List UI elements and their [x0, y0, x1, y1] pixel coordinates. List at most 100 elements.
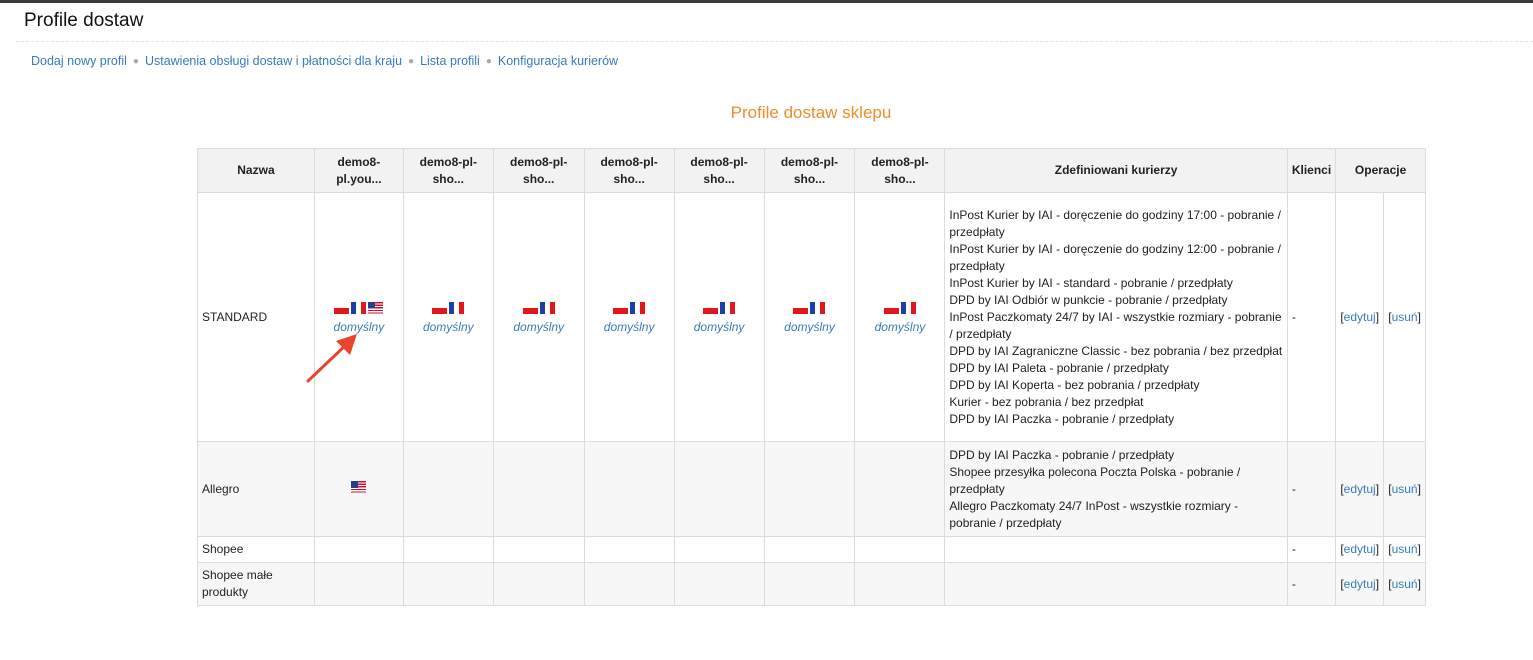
title-divider — [16, 41, 1533, 42]
delete-link[interactable]: usuń — [1392, 482, 1418, 496]
table-header-row: Nazwa demo8-pl.you... demo8-pl-sho... de… — [197, 148, 1426, 193]
shop-cell — [313, 441, 404, 537]
profile-list-link[interactable]: Lista profili — [420, 54, 480, 68]
profile-nav-links: Dodaj nowy profil ● Ustawienia obsługi dos… — [31, 54, 618, 68]
shop-cell — [854, 441, 946, 537]
couriers-cell — [944, 562, 1288, 606]
courier-item: DPD by IAI Koperta - bez pobrania / prze… — [949, 377, 1200, 392]
flag-france-icon — [900, 301, 916, 314]
flag-poland-icon — [613, 301, 629, 314]
col-header-clients: Klienci — [1286, 148, 1337, 193]
flag-france-icon — [720, 301, 736, 314]
courier-item: InPost Paczkomaty 24/7 by IAI - wszystki… — [949, 309, 1282, 341]
shop-cell — [583, 562, 675, 606]
shop-cell — [583, 441, 675, 537]
clients-cell: - — [1286, 192, 1337, 442]
table-row: Allegro DPD by IAI Paczka - pobranie / pr… — [197, 441, 1426, 537]
delete-cell: [usuń] — [1383, 441, 1426, 537]
delete-cell: [usuń] — [1383, 192, 1426, 442]
edit-cell: [edytuj] — [1335, 441, 1385, 537]
shop-cell: domyślny — [402, 192, 494, 442]
profile-name-cell: Shopee małe produkty — [197, 562, 315, 606]
edit-link[interactable]: edytuj — [1344, 310, 1376, 324]
shop-cell — [492, 441, 585, 537]
shop-flags — [351, 480, 367, 494]
edit-cell: [edytuj] — [1335, 192, 1385, 442]
courier-item: DPD by IAI Paczka - pobranie / przedpłat… — [949, 411, 1175, 426]
col-header-shop: demo8-pl.you... — [313, 148, 404, 193]
courier-item: InPost Kurier by IAI - doręczenie do god… — [949, 241, 1281, 273]
flag-usa-icon — [351, 481, 367, 493]
shop-cell — [854, 562, 946, 606]
table-row: Shopee małe produkty - [edytuj] [usuń] — [197, 562, 1426, 606]
courier-item: InPost Kurier by IAI - standard - pobran… — [949, 275, 1233, 290]
edit-link[interactable]: edytuj — [1344, 482, 1376, 496]
col-header-shop: demo8-pl-sho... — [492, 148, 585, 193]
shop-cell — [313, 562, 404, 606]
nav-separator: ● — [408, 56, 415, 67]
delete-link[interactable]: usuń — [1392, 542, 1418, 556]
shop-cell — [313, 536, 404, 563]
shop-flags — [613, 301, 646, 315]
nav-separator: ● — [485, 56, 492, 67]
shop-flags — [334, 301, 384, 315]
delivery-profiles-table: Nazwa demo8-pl.you... demo8-pl-sho... de… — [197, 148, 1426, 606]
flag-poland-icon — [334, 301, 350, 314]
default-label[interactable]: domyślny — [859, 320, 940, 334]
add-new-profile-link[interactable]: Dodaj nowy profil — [31, 54, 127, 68]
shop-cell — [402, 562, 494, 606]
shop-cell — [763, 536, 856, 563]
section-title: Profile dostaw sklepu — [730, 103, 892, 122]
col-header-shop: demo8-pl-sho... — [402, 148, 494, 193]
couriers-cell — [944, 536, 1288, 563]
courier-item: InPost Kurier by IAI - doręczenie do god… — [949, 207, 1281, 239]
flag-france-icon — [449, 301, 465, 314]
shop-cell — [854, 536, 946, 563]
shop-cell — [763, 562, 856, 606]
shop-cell — [402, 536, 494, 563]
courier-item: Shopee przesyłka polecona Poczta Polska … — [949, 464, 1241, 496]
default-label[interactable]: domyślny — [498, 320, 580, 334]
delete-cell: [usuń] — [1383, 536, 1426, 563]
shop-cell: domyślny — [583, 192, 675, 442]
edit-link[interactable]: edytuj — [1344, 577, 1376, 591]
delete-link[interactable]: usuń — [1392, 577, 1418, 591]
nav-separator: ● — [132, 56, 139, 67]
courier-item: DPD by IAI Zagraniczne Classic - bez pob… — [949, 343, 1283, 358]
flag-poland-icon — [793, 301, 809, 314]
delete-link[interactable]: usuń — [1392, 310, 1418, 324]
shop-flags — [432, 301, 465, 315]
default-label[interactable]: domyślny — [679, 320, 760, 334]
shop-flags — [793, 301, 826, 315]
default-label[interactable]: domyślny — [589, 320, 670, 334]
col-header-operations: Operacje — [1335, 148, 1426, 193]
shop-cell — [402, 441, 494, 537]
col-header-couriers: Zdefiniowani kurierzy — [944, 148, 1288, 193]
default-label[interactable]: domyślny — [769, 320, 851, 334]
clients-cell: - — [1286, 536, 1337, 563]
shop-flags — [703, 301, 736, 315]
shop-cell: domyślny — [313, 192, 404, 442]
table-row: Shopee - [edytuj] [usuń] — [197, 536, 1426, 563]
shop-cell — [673, 562, 765, 606]
flag-usa-icon — [368, 301, 384, 314]
country-settings-link[interactable]: Ustawienia obsługi dostaw i płatności dl… — [145, 54, 402, 68]
profile-name-cell: Allegro — [197, 441, 315, 537]
courier-item: DPD by IAI Paczka - pobranie / przedpłat… — [949, 447, 1175, 462]
edit-link[interactable]: edytuj — [1344, 542, 1376, 556]
profile-name-cell: STANDARD — [197, 192, 315, 442]
col-header-name: Nazwa — [197, 148, 315, 193]
edit-cell: [edytuj] — [1335, 536, 1385, 563]
flag-france-icon — [810, 301, 826, 314]
flag-poland-icon — [432, 301, 448, 314]
courier-config-link[interactable]: Konfiguracja kurierów — [498, 54, 618, 68]
col-header-shop: demo8-pl-sho... — [583, 148, 675, 193]
flag-france-icon — [630, 301, 646, 314]
shop-flags — [522, 301, 555, 315]
courier-item: DPD by IAI Paleta - pobranie / przedpłat… — [949, 360, 1169, 375]
default-label[interactable]: domyślny — [408, 320, 489, 334]
shop-cell: domyślny — [763, 192, 856, 442]
col-header-shop: demo8-pl-sho... — [673, 148, 765, 193]
couriers-cell: DPD by IAI Paczka - pobranie / przedpłat… — [944, 441, 1288, 537]
delete-cell: [usuń] — [1383, 562, 1426, 606]
